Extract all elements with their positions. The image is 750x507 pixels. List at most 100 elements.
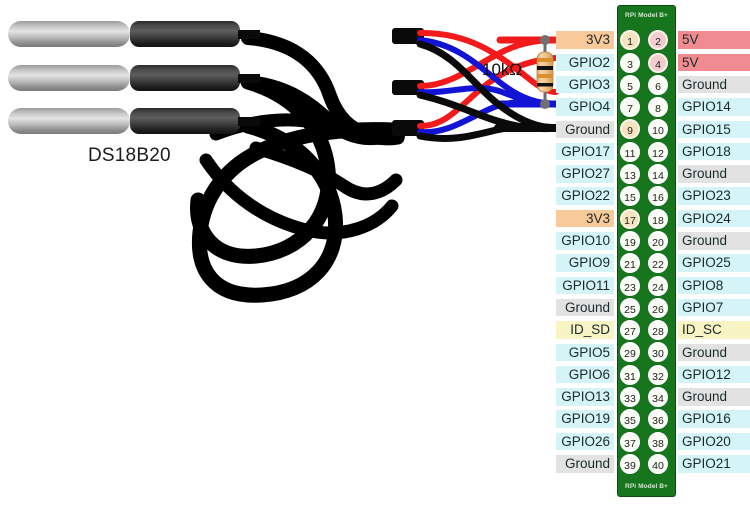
pin-row: ID_SD 27 28 ID_SC — [556, 319, 750, 341]
pin-label-left: GPIO4 — [556, 98, 614, 116]
pin-label-left: GPIO13 — [556, 388, 614, 406]
pin-label-left: Ground — [556, 298, 614, 317]
pin-row: GPIO9 21 22 GPIO25 — [556, 252, 750, 274]
pin-row: GPIO27 13 14 Ground — [556, 163, 750, 185]
pin-row: GPIO26 37 38 GPIO20 — [556, 430, 750, 452]
pin-31[interactable]: 31 — [620, 364, 640, 385]
pin-label-left: 3V3 — [556, 209, 614, 228]
pin-1[interactable]: 1 — [620, 30, 640, 51]
pin-5[interactable]: 5 — [620, 74, 640, 95]
pin-label-left: GPIO5 — [556, 343, 614, 362]
pin-8[interactable]: 8 — [648, 97, 668, 118]
board-caption-bottom: RPi Model B+ — [625, 483, 668, 490]
pin-27[interactable]: 27 — [620, 320, 640, 341]
pin-label-right: Ground — [678, 388, 750, 406]
pin-row: GPIO19 35 36 GPIO16 — [556, 408, 750, 430]
pin-24[interactable]: 24 — [648, 275, 668, 296]
gpio-pinout: RPi Model B+ RPi Model B+ 3V3 1 2 5V GPIO2 3 4… — [0, 0, 750, 507]
wiring-diagram: DS18B20 10kΩ RPi Model B+ RPi Model B+ 3… — [0, 0, 750, 507]
pin-14[interactable]: 14 — [648, 164, 668, 185]
pin-label-left: GPIO3 — [556, 75, 614, 94]
pin-label-right: Ground — [678, 343, 750, 362]
pin-30[interactable]: 30 — [648, 342, 668, 363]
pin-label-left: GPIO17 — [556, 142, 614, 161]
pin-35[interactable]: 35 — [620, 409, 640, 430]
pin-32[interactable]: 32 — [648, 364, 668, 385]
pin-39[interactable]: 39 — [620, 453, 640, 474]
pin-label-left: Ground — [556, 455, 614, 473]
pin-label-right: GPIO14 — [678, 98, 750, 116]
pin-label-right: GPIO24 — [678, 209, 750, 228]
pin-label-right: GPIO15 — [678, 120, 750, 139]
pin-15[interactable]: 15 — [620, 186, 640, 207]
pin-21[interactable]: 21 — [620, 253, 640, 274]
pin-13[interactable]: 13 — [620, 164, 640, 185]
pin-28[interactable]: 28 — [648, 320, 668, 341]
pin-26[interactable]: 26 — [648, 297, 668, 318]
pin-label-right: 5V — [678, 31, 750, 49]
pin-6[interactable]: 6 — [648, 74, 668, 95]
pin-row: GPIO22 15 16 GPIO23 — [556, 185, 750, 207]
pin-label-right: 5V — [678, 53, 750, 72]
pin-label-right: GPIO23 — [678, 187, 750, 205]
pin-36[interactable]: 36 — [648, 409, 668, 430]
pin-label-right: ID_SC — [678, 321, 750, 339]
pin-label-right: GPIO25 — [678, 254, 750, 272]
pin-row: GPIO11 23 24 GPIO8 — [556, 274, 750, 296]
pin-label-right: Ground — [678, 75, 750, 94]
pin-label-left: ID_SD — [556, 321, 614, 339]
pin-label-left: GPIO6 — [556, 365, 614, 384]
pin-12[interactable]: 12 — [648, 141, 668, 162]
board-caption-top: RPi Model B+ — [625, 12, 668, 19]
pin-33[interactable]: 33 — [620, 387, 640, 408]
pin-label-left: GPIO19 — [556, 410, 614, 428]
pin-40[interactable]: 40 — [648, 453, 668, 474]
pin-29[interactable]: 29 — [620, 342, 640, 363]
pin-label-left: GPIO27 — [556, 165, 614, 183]
pin-label-left: GPIO2 — [556, 53, 614, 72]
pin-23[interactable]: 23 — [620, 275, 640, 296]
pin-4[interactable]: 4 — [648, 52, 668, 73]
pin-row: 3V3 1 2 5V — [556, 29, 750, 51]
pin-label-left: GPIO22 — [556, 187, 614, 205]
pin-row: GPIO5 29 30 Ground — [556, 341, 750, 363]
pin-label-left: GPIO9 — [556, 254, 614, 272]
pin-label-right: GPIO21 — [678, 455, 750, 473]
pin-3[interactable]: 3 — [620, 52, 640, 73]
pin-10[interactable]: 10 — [648, 119, 668, 140]
pin-37[interactable]: 37 — [620, 431, 640, 452]
pin-label-right: GPIO20 — [678, 432, 750, 451]
pin-row: Ground 25 26 GPIO7 — [556, 297, 750, 319]
pin-19[interactable]: 19 — [620, 230, 640, 251]
pin-label-right: Ground — [678, 165, 750, 183]
pin-7[interactable]: 7 — [620, 97, 640, 118]
pin-38[interactable]: 38 — [648, 431, 668, 452]
pin-label-left: GPIO10 — [556, 232, 614, 250]
pin-17[interactable]: 17 — [620, 208, 640, 229]
pin-label-right: Ground — [678, 232, 750, 250]
pin-row: Ground 39 40 GPIO21 — [556, 453, 750, 475]
pin-row: GPIO17 11 12 GPIO18 — [556, 140, 750, 162]
pin-label-right: GPIO7 — [678, 298, 750, 317]
pin-row: 3V3 17 18 GPIO24 — [556, 207, 750, 229]
pin-16[interactable]: 16 — [648, 186, 668, 207]
pin-row: GPIO3 5 6 Ground — [556, 74, 750, 96]
pin-label-right: GPIO12 — [678, 365, 750, 384]
pin-label-left: Ground — [556, 120, 614, 139]
pin-22[interactable]: 22 — [648, 253, 668, 274]
pin-row-list: 3V3 1 2 5V GPIO2 3 4 5V GPIO3 5 6 Ground GPIO4 7 8 GPIO… — [556, 29, 750, 475]
pin-25[interactable]: 25 — [620, 297, 640, 318]
pin-11[interactable]: 11 — [620, 141, 640, 162]
pin-2[interactable]: 2 — [648, 30, 668, 51]
pin-label-left: GPIO26 — [556, 432, 614, 451]
pin-row: GPIO13 33 34 Ground — [556, 386, 750, 408]
pin-label-left: 3V3 — [556, 31, 614, 49]
pin-20[interactable]: 20 — [648, 230, 668, 251]
pin-row: GPIO6 31 32 GPIO12 — [556, 363, 750, 385]
pin-row: GPIO2 3 4 5V — [556, 51, 750, 73]
pin-label-right: GPIO18 — [678, 142, 750, 161]
pin-label-right: GPIO16 — [678, 410, 750, 428]
pin-34[interactable]: 34 — [648, 387, 668, 408]
pin-18[interactable]: 18 — [648, 208, 668, 229]
pin-9[interactable]: 9 — [620, 119, 640, 140]
